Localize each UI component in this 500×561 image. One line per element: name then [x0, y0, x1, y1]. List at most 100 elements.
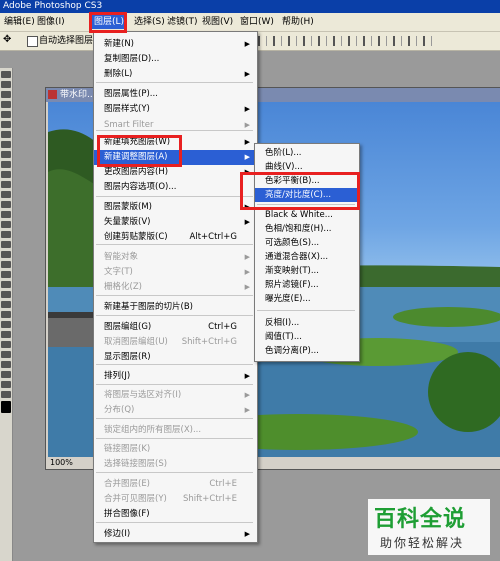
adjustment-menu-item[interactable]: 可选颜色(S)...: [255, 236, 357, 250]
adjustment-menu-item[interactable]: 色调分离(P)...: [255, 344, 357, 358]
align-icon[interactable]: [348, 36, 357, 46]
adjustment-menu-item[interactable]: 色阶(L)...: [255, 146, 357, 160]
align-icon[interactable]: [393, 36, 402, 46]
layer-menu-item[interactable]: 删除(L) ▶: [94, 67, 255, 82]
layer-menu-item[interactable]: 分布(Q) ▶: [94, 403, 255, 418]
menu-filter[interactable]: 滤镜(T): [167, 15, 198, 29]
adjustment-menu-item[interactable]: Black & White...: [255, 208, 357, 222]
align-icon[interactable]: [423, 36, 432, 46]
tool-icon[interactable]: [1, 161, 11, 168]
zoom-level[interactable]: 100%: [50, 457, 73, 468]
tool-icon[interactable]: [1, 331, 11, 338]
tool-icon[interactable]: [1, 371, 11, 378]
align-icon[interactable]: [378, 36, 387, 46]
layer-menu-item[interactable]: 创建剪贴蒙版(C) Alt+Ctrl+G: [94, 230, 255, 245]
tool-icon[interactable]: [1, 241, 11, 248]
tool-icon[interactable]: [1, 361, 11, 368]
align-icon[interactable]: [318, 36, 327, 46]
layer-menu-item[interactable]: 合并可见图层(Y) Shift+Ctrl+E: [94, 492, 255, 507]
adjustment-menu-item[interactable]: 反相(I)...: [255, 316, 357, 330]
tool-icon[interactable]: [1, 171, 11, 178]
tool-icon[interactable]: [1, 141, 11, 148]
menu-help[interactable]: 帮助(H): [282, 15, 314, 29]
layer-menu-item[interactable]: 栅格化(Z) ▶: [94, 280, 255, 295]
tool-icon[interactable]: [1, 311, 11, 318]
tool-icon[interactable]: [1, 211, 11, 218]
layer-menu-item[interactable]: 将图层与选区对齐(I) ▶: [94, 388, 255, 403]
layer-menu-item[interactable]: 矢量蒙版(V) ▶: [94, 215, 255, 230]
layer-menu-item[interactable]: 排列(J) ▶: [94, 369, 255, 384]
tool-icon[interactable]: [1, 191, 11, 198]
layer-menu-item[interactable]: 拼合图像(F): [94, 507, 255, 522]
layer-menu-item[interactable]: 智能对象 ▶: [94, 250, 255, 265]
auto-select-checkbox[interactable]: [27, 36, 38, 47]
align-icon[interactable]: [273, 36, 282, 46]
tool-icon[interactable]: [1, 251, 11, 258]
menu-edit[interactable]: 编辑(E): [4, 15, 35, 29]
layer-menu-item[interactable]: 更改图层内容(H) ▶: [94, 165, 255, 180]
tool-icon[interactable]: [1, 271, 11, 278]
menu-view[interactable]: 视图(V): [202, 15, 233, 29]
layer-menu-item[interactable]: 复制图层(D)...: [94, 52, 255, 67]
auto-select-label: 自动选择图层: [39, 36, 94, 46]
layer-menu-item[interactable]: 图层编组(G) Ctrl+G: [94, 320, 255, 335]
tool-icon[interactable]: [1, 121, 11, 128]
tool-icon[interactable]: [1, 101, 11, 108]
submenu-arrow-icon: ▶: [244, 105, 250, 113]
layer-menu-item[interactable]: 文字(T) ▶: [94, 265, 255, 280]
tool-icon[interactable]: [1, 301, 11, 308]
layer-menu-item[interactable]: 选择链接图层(S): [94, 457, 255, 472]
layer-menu-item[interactable]: 图层内容选项(O)...: [94, 180, 255, 195]
tool-icon[interactable]: [1, 351, 11, 358]
tool-icon[interactable]: [1, 391, 11, 398]
adjustment-menu-item[interactable]: 通道混合器(X)...: [255, 250, 357, 264]
layer-menu-item[interactable]: 取消图层编组(U) Shift+Ctrl+G: [94, 335, 255, 350]
move-tool-icon[interactable]: ✥: [3, 34, 11, 45]
foreground-color-swatch[interactable]: [1, 401, 11, 413]
align-icon[interactable]: [288, 36, 297, 46]
adjustment-menu-item[interactable]: 渐变映射(T)...: [255, 264, 357, 278]
tool-icon[interactable]: [1, 321, 11, 328]
layer-menu-item[interactable]: 新建基于图层的切片(B): [94, 300, 255, 315]
layer-menu-item[interactable]: 显示图层(R): [94, 350, 255, 365]
tool-icon[interactable]: [1, 221, 11, 228]
tool-icon[interactable]: [1, 111, 11, 118]
tool-icon[interactable]: [1, 261, 11, 268]
layer-menu-item[interactable]: 修边(I) ▶: [94, 527, 255, 542]
layer-menu-item[interactable]: 锁定组内的所有图层(X)...: [94, 423, 255, 438]
document-title: 带水印...: [60, 90, 96, 100]
layer-menu-item[interactable]: 新建(N) ▶: [94, 37, 255, 52]
align-buttons: [258, 36, 438, 49]
layer-menu-item[interactable]: 图层蒙版(M) ▶: [94, 200, 255, 215]
layer-menu-item[interactable]: 链接图层(K): [94, 442, 255, 457]
tool-icon[interactable]: [1, 131, 11, 138]
layer-menu-item[interactable]: 图层属性(P)...: [94, 87, 255, 102]
tool-icon[interactable]: [1, 151, 11, 158]
align-icon[interactable]: [363, 36, 372, 46]
tool-icon[interactable]: [1, 81, 11, 88]
align-icon[interactable]: [258, 36, 267, 46]
tool-icon[interactable]: [1, 231, 11, 238]
menu-image[interactable]: 图像(I): [37, 15, 65, 29]
adjustment-menu-item[interactable]: 曝光度(E)...: [255, 292, 357, 306]
align-icon[interactable]: [303, 36, 312, 46]
tool-icon[interactable]: [1, 71, 11, 78]
align-icon[interactable]: [333, 36, 342, 46]
menu-select[interactable]: 选择(S): [134, 15, 165, 29]
highlight-box-layer-menu: [89, 12, 127, 33]
tool-icon[interactable]: [1, 381, 11, 388]
adjustment-menu-item[interactable]: 色相/饱和度(H)...: [255, 222, 357, 236]
tool-icon[interactable]: [1, 281, 11, 288]
adjustment-menu-item[interactable]: 照片滤镜(F)...: [255, 278, 357, 292]
tool-icon[interactable]: [1, 291, 11, 298]
layer-menu-item[interactable]: 合并图层(E) Ctrl+E: [94, 477, 255, 492]
tool-icon[interactable]: [1, 181, 11, 188]
adjustment-menu-item[interactable]: 阈值(T)...: [255, 330, 357, 344]
tool-icon[interactable]: [1, 91, 11, 98]
menu-window[interactable]: 窗口(W): [240, 15, 274, 29]
tool-icon[interactable]: [1, 201, 11, 208]
align-icon[interactable]: [408, 36, 417, 46]
menu-item-label: 智能对象: [104, 252, 139, 262]
layer-menu-item[interactable]: 图层样式(Y) ▶: [94, 102, 255, 117]
tool-icon[interactable]: [1, 341, 11, 348]
